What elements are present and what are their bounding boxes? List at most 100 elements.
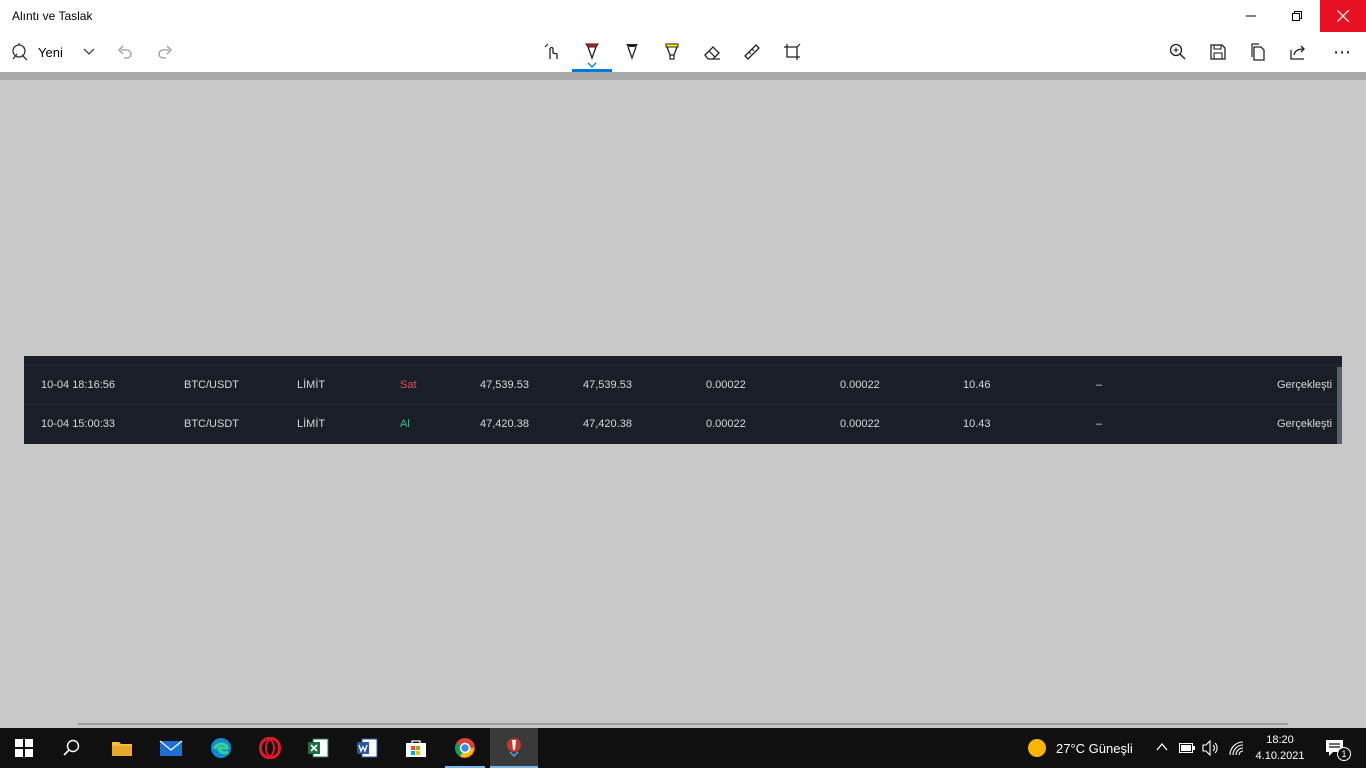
weather-text[interactable]: 27°C Güneşli xyxy=(1056,741,1133,756)
minimize-icon xyxy=(1246,15,1256,17)
word-button[interactable] xyxy=(343,728,391,768)
toolbar: Yeni ⋯ xyxy=(0,32,1366,72)
word-icon xyxy=(357,738,378,758)
volume-icon[interactable] xyxy=(1202,740,1220,756)
zoom-button[interactable] xyxy=(1166,32,1190,72)
chevron-up-icon[interactable] xyxy=(1156,742,1168,752)
order-trigger: – xyxy=(1096,418,1103,430)
share-button[interactable] xyxy=(1286,32,1310,72)
copy-button[interactable] xyxy=(1246,32,1270,72)
opera-icon xyxy=(259,737,281,759)
redo-icon xyxy=(158,45,172,59)
order-side: Al xyxy=(400,418,410,430)
chevron-down-icon[interactable] xyxy=(587,62,597,68)
battery-icon[interactable] xyxy=(1179,742,1195,754)
share-icon xyxy=(1290,45,1305,60)
copy-icon xyxy=(1251,43,1265,61)
order-price: 47,539.53 xyxy=(480,379,529,391)
close-icon xyxy=(1337,10,1349,22)
redo-button[interactable] xyxy=(152,32,178,72)
order-status: Gerçekleşti xyxy=(1277,418,1333,430)
undo-button[interactable] xyxy=(112,32,138,72)
pencil-icon xyxy=(626,44,638,60)
search-button[interactable] xyxy=(48,728,96,768)
minimize-button[interactable] xyxy=(1228,0,1274,32)
order-status: Gerçekleşti xyxy=(1277,379,1333,391)
order-side: Sat xyxy=(400,379,417,391)
order-pair: BTC/USDT xyxy=(184,379,239,391)
clock-date: 4.10.2021 xyxy=(1255,750,1305,762)
restore-icon xyxy=(1292,11,1302,21)
more-button[interactable]: ⋯ xyxy=(1326,32,1358,72)
edge-button[interactable] xyxy=(197,728,245,768)
start-button[interactable] xyxy=(0,728,48,768)
save-icon xyxy=(1210,44,1226,60)
ruler-button[interactable] xyxy=(740,32,764,72)
highlighter-icon xyxy=(665,43,679,60)
touch-writing-icon xyxy=(544,43,558,59)
search-icon xyxy=(63,739,80,756)
order-amount: 0.00022 xyxy=(706,379,746,391)
new-snip-icon xyxy=(12,43,28,61)
taskbar: 27°C Güneşli 18:20 4.10.2021 1 xyxy=(0,728,1366,768)
new-snip-button[interactable]: Yeni xyxy=(10,32,80,72)
wifi-icon[interactable] xyxy=(1228,740,1244,756)
order-type: LİMİT xyxy=(297,418,326,430)
restore-button[interactable] xyxy=(1274,0,1320,32)
order-price: 47,420.38 xyxy=(480,418,529,430)
windows-start-icon xyxy=(15,739,33,757)
notification-count: 1 xyxy=(1337,747,1351,761)
mail-icon xyxy=(159,740,183,756)
new-label: Yeni xyxy=(38,44,63,60)
store-icon xyxy=(406,740,426,757)
order-pair: BTC/USDT xyxy=(184,418,239,430)
order-avg-price: 47,420.38 xyxy=(583,418,632,430)
pencil-button[interactable] xyxy=(620,32,644,72)
chrome-icon xyxy=(455,738,475,758)
snip-sketch-icon xyxy=(507,738,521,758)
order-trigger: – xyxy=(1096,379,1103,391)
store-button[interactable] xyxy=(392,728,440,768)
order-time: 10-04 15:00:33 xyxy=(41,418,116,430)
save-button[interactable] xyxy=(1206,32,1230,72)
table-row: 10-04 15:00:33 BTC/USDT LİMİT Al 47,420.… xyxy=(24,406,1338,444)
order-total: 10.46 xyxy=(963,379,991,391)
title-bar: Alıntı ve Taslak xyxy=(0,0,1366,32)
zoom-icon xyxy=(1169,43,1186,60)
excel-icon xyxy=(308,738,329,758)
excel-button[interactable] xyxy=(294,728,342,768)
chrome-button[interactable] xyxy=(441,728,489,768)
snip-image: 10-04 18:16:56 BTC/USDT LİMİT Sat 47,539… xyxy=(24,356,1342,444)
crop-icon xyxy=(784,43,801,60)
edge-icon xyxy=(211,738,231,758)
notifications-button[interactable]: 1 xyxy=(1318,728,1366,768)
eraser-button[interactable] xyxy=(700,32,724,72)
snip-sketch-button[interactable] xyxy=(490,728,538,768)
more-icon: ⋯ xyxy=(1333,41,1351,62)
mail-button[interactable] xyxy=(147,728,195,768)
window-title: Alıntı ve Taslak xyxy=(12,9,93,23)
chevron-down-icon xyxy=(83,48,95,55)
crop-button[interactable] xyxy=(780,32,804,72)
order-avg-price: 47,539.53 xyxy=(583,379,632,391)
highlighter-button[interactable] xyxy=(660,32,684,72)
order-filled: 0.00022 xyxy=(840,379,880,391)
table-row: 10-04 18:16:56 BTC/USDT LİMİT Sat 47,539… xyxy=(24,367,1338,405)
order-filled: 0.00022 xyxy=(840,418,880,430)
touch-writing-button[interactable] xyxy=(540,32,564,72)
order-time: 10-04 18:16:56 xyxy=(41,379,116,391)
opera-button[interactable] xyxy=(246,728,294,768)
eraser-icon xyxy=(704,46,720,60)
ruler-icon xyxy=(744,44,760,60)
cropped-header-edge xyxy=(24,356,1342,366)
system-clock[interactable]: 18:20 4.10.2021 xyxy=(1252,732,1308,764)
vertical-scrollbar[interactable] xyxy=(1337,367,1342,444)
order-total: 10.43 xyxy=(963,418,991,430)
toolbar-divider xyxy=(0,72,1366,80)
file-explorer-icon xyxy=(112,742,132,756)
horizontal-scrollbar[interactable] xyxy=(78,723,1288,725)
sun-icon xyxy=(1028,739,1046,757)
close-button[interactable] xyxy=(1320,0,1366,32)
file-explorer-button[interactable] xyxy=(98,728,146,768)
new-dropdown-button[interactable] xyxy=(78,32,100,72)
